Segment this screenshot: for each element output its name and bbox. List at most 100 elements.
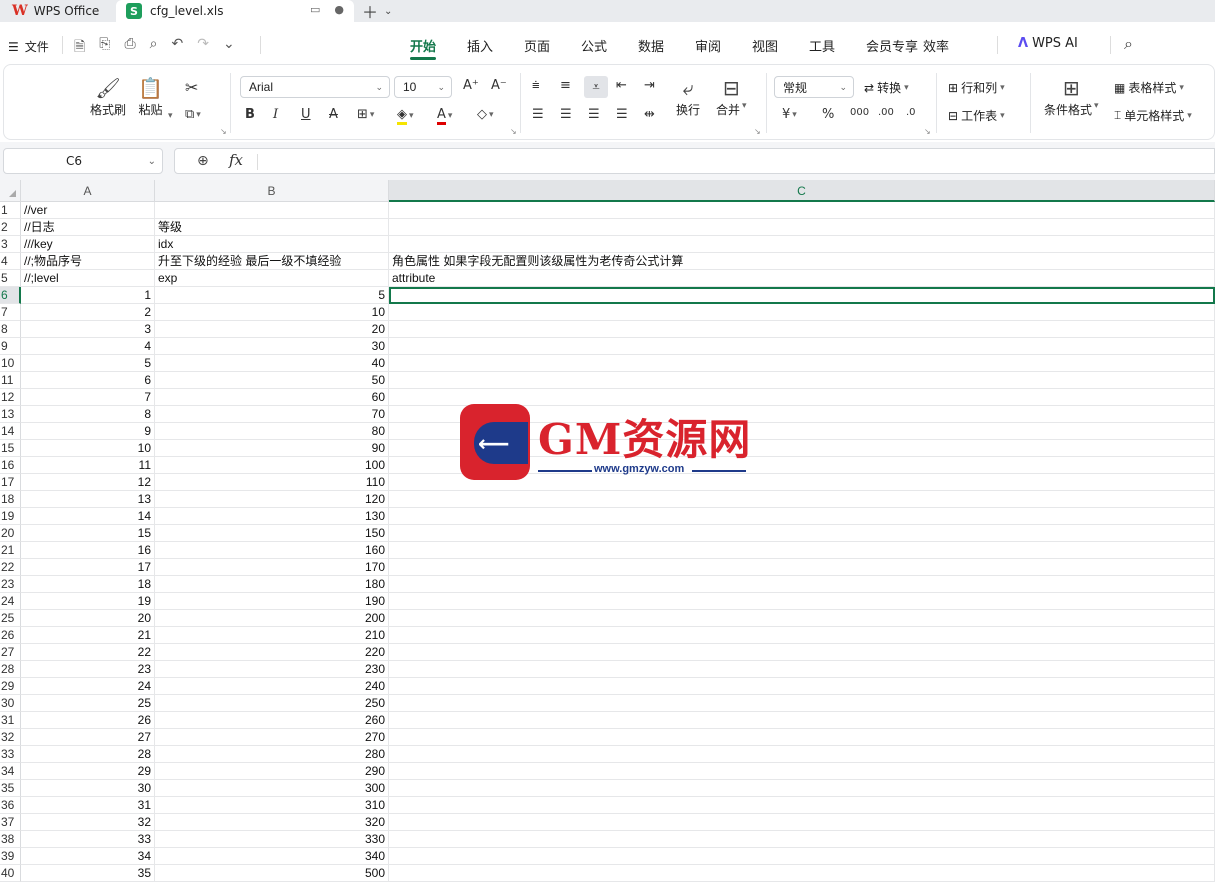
cell-c22[interactable]	[389, 559, 1215, 576]
cell-a38[interactable]: 33	[21, 831, 155, 848]
align-center-icon[interactable]: ☰	[560, 107, 572, 122]
row-header[interactable]: 31	[0, 712, 21, 729]
cell-b3[interactable]: idx	[155, 236, 389, 253]
row-header[interactable]: 25	[0, 610, 21, 627]
row-header[interactable]: 22	[0, 559, 21, 576]
cell-b28[interactable]: 230	[155, 661, 389, 678]
cell-b38[interactable]: 330	[155, 831, 389, 848]
cell-c11[interactable]	[389, 372, 1215, 389]
row-header[interactable]: 27	[0, 644, 21, 661]
cell-a16[interactable]: 11	[21, 457, 155, 474]
number-launcher-icon[interactable]: ↘	[924, 127, 931, 136]
tab-status-dot-icon[interactable]: ●	[334, 3, 344, 16]
cell-a22[interactable]: 17	[21, 559, 155, 576]
cell-a10[interactable]: 5	[21, 355, 155, 372]
bold-icon[interactable]: B	[245, 107, 255, 122]
row-header[interactable]: 29	[0, 678, 21, 695]
cell-c18[interactable]	[389, 491, 1215, 508]
cell-b33[interactable]: 280	[155, 746, 389, 763]
decrease-decimal-icon[interactable]: .0	[906, 107, 916, 118]
cell-b8[interactable]: 20	[155, 321, 389, 338]
cell-a24[interactable]: 19	[21, 593, 155, 610]
row-header[interactable]: 32	[0, 729, 21, 746]
cell-c20[interactable]	[389, 525, 1215, 542]
font-name-select[interactable]: Arial ⌄	[240, 76, 390, 98]
cell-b40[interactable]: 500	[155, 865, 389, 882]
worksheet-button[interactable]: ⊟ 工作表 ▾	[948, 107, 1005, 124]
quick-access-chevron-down-icon[interactable]: ⌄	[223, 36, 235, 60]
cell-c32[interactable]	[389, 729, 1215, 746]
row-header[interactable]: 35	[0, 780, 21, 797]
cell-c10[interactable]	[389, 355, 1215, 372]
fill-color-button[interactable]: ◈ ▾	[397, 107, 414, 125]
row-header[interactable]: 16	[0, 457, 21, 474]
cell-b35[interactable]: 300	[155, 780, 389, 797]
row-header[interactable]: 13	[0, 406, 21, 423]
row-header[interactable]: 14	[0, 423, 21, 440]
borders-button[interactable]: ⊞ ▾	[357, 107, 374, 122]
row-header[interactable]: 9	[0, 338, 21, 355]
cell-c40[interactable]	[389, 865, 1215, 882]
cell-b15[interactable]: 90	[155, 440, 389, 457]
cell-c34[interactable]	[389, 763, 1215, 780]
cell-a17[interactable]: 12	[21, 474, 155, 491]
row-header[interactable]: 40	[0, 865, 21, 882]
cell-a20[interactable]: 15	[21, 525, 155, 542]
row-header[interactable]: 17	[0, 474, 21, 491]
cell-c21[interactable]	[389, 542, 1215, 559]
cell-b29[interactable]: 240	[155, 678, 389, 695]
cell-b25[interactable]: 200	[155, 610, 389, 627]
cell-c4[interactable]: 角色属性 如果字段无配置则该级属性为老传奇公式计算	[389, 253, 1215, 270]
distribute-icon[interactable]: ⇹	[644, 107, 655, 122]
tab-tools[interactable]: 工具	[809, 36, 866, 55]
cell-c29[interactable]	[389, 678, 1215, 695]
row-header[interactable]: 7	[0, 304, 21, 321]
cell-b13[interactable]: 70	[155, 406, 389, 423]
cell-c31[interactable]	[389, 712, 1215, 729]
cell-c19[interactable]	[389, 508, 1215, 525]
save-icon[interactable]: 🗎	[74, 36, 85, 60]
cell-c26[interactable]	[389, 627, 1215, 644]
cell-a19[interactable]: 14	[21, 508, 155, 525]
row-header[interactable]: 24	[0, 593, 21, 610]
row-header[interactable]: 5	[0, 270, 21, 287]
cell-b10[interactable]: 40	[155, 355, 389, 372]
align-bottom-icon[interactable]: ⩡	[584, 76, 608, 98]
select-all-button[interactable]	[0, 180, 21, 202]
cell-b16[interactable]: 100	[155, 457, 389, 474]
cell-style-button[interactable]: ⌶ 单元格样式 ▾	[1114, 107, 1192, 124]
cell-b22[interactable]: 170	[155, 559, 389, 576]
cut-icon[interactable]: ✂	[185, 78, 198, 97]
cell-b32[interactable]: 270	[155, 729, 389, 746]
cell-a39[interactable]: 34	[21, 848, 155, 865]
cell-a1[interactable]: //ver	[21, 202, 155, 219]
increase-decimal-icon[interactable]: .00	[878, 107, 894, 118]
cell-a34[interactable]: 29	[21, 763, 155, 780]
print-icon[interactable]: ⎙	[124, 36, 135, 60]
name-box[interactable]: C6 ⌄	[3, 148, 163, 174]
paste-button[interactable]: 📋 粘贴	[138, 75, 163, 118]
underline-icon[interactable]: U	[301, 107, 311, 122]
cell-b7[interactable]: 10	[155, 304, 389, 321]
cell-b21[interactable]: 160	[155, 542, 389, 559]
tab-page[interactable]: 页面	[524, 36, 581, 55]
wrap-text-button[interactable]: ⤶ 换行	[676, 75, 700, 118]
row-header[interactable]: 4	[0, 253, 21, 270]
tab-home[interactable]: 开始	[410, 36, 467, 60]
cell-c27[interactable]	[389, 644, 1215, 661]
cell-a27[interactable]: 22	[21, 644, 155, 661]
rows-cols-button[interactable]: ⊞ 行和列 ▾	[948, 79, 1005, 96]
row-header[interactable]: 36	[0, 797, 21, 814]
row-header[interactable]: 11	[0, 372, 21, 389]
cell-c28[interactable]	[389, 661, 1215, 678]
percent-icon[interactable]: %	[822, 107, 834, 122]
row-header[interactable]: 28	[0, 661, 21, 678]
cell-b27[interactable]: 220	[155, 644, 389, 661]
cell-a28[interactable]: 23	[21, 661, 155, 678]
justify-icon[interactable]: ☰	[616, 107, 628, 122]
row-header[interactable]: 26	[0, 627, 21, 644]
strikethrough-icon[interactable]: A	[329, 107, 338, 122]
cell-b23[interactable]: 180	[155, 576, 389, 593]
cell-a32[interactable]: 27	[21, 729, 155, 746]
cell-a11[interactable]: 6	[21, 372, 155, 389]
